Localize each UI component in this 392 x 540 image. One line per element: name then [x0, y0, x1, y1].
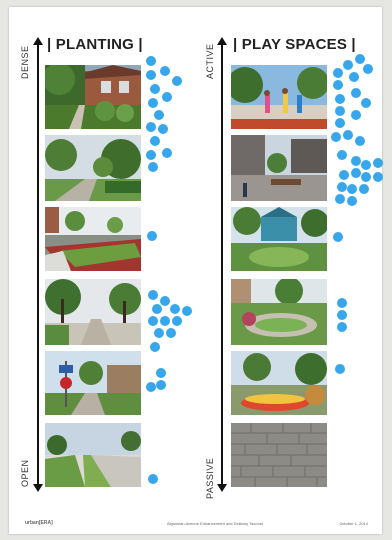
- axis-arrow-down-icon: [33, 484, 43, 492]
- rating-dot: [152, 304, 162, 314]
- footer-logo: urban[ERA]: [25, 520, 53, 526]
- rating-dot: [335, 364, 345, 374]
- planting-axis-top-label: DENSE: [20, 45, 30, 79]
- rating-dot: [148, 162, 158, 172]
- planting-photo-street-trees: [45, 135, 141, 201]
- rating-dot: [146, 150, 156, 160]
- footer-center-text: Algonkian Avenue Enhancement and Delicar…: [167, 521, 263, 526]
- rating-dot: [148, 290, 158, 300]
- rating-dot: [148, 474, 158, 484]
- rating-dot: [331, 132, 341, 142]
- play-photo-colorful-seating: [231, 351, 327, 415]
- planting-photo-open-road: [45, 423, 141, 487]
- planting-axis: [37, 44, 39, 484]
- rating-dot: [160, 296, 170, 306]
- rating-dot: [355, 136, 365, 146]
- rating-dot: [363, 64, 373, 74]
- rating-dot: [337, 298, 347, 308]
- rating-dot: [347, 196, 357, 206]
- rating-dot: [172, 76, 182, 86]
- rating-dot: [148, 98, 158, 108]
- rating-dot: [351, 110, 361, 120]
- rating-dot: [156, 368, 166, 378]
- planting-photo-signs-sidewalk: [45, 351, 141, 415]
- rating-dot: [339, 170, 349, 180]
- rating-dot: [146, 56, 156, 66]
- play-spaces-axis-top-label: ACTIVE: [205, 43, 215, 79]
- rating-dot: [347, 184, 357, 194]
- play-photo-garden-paths: [231, 279, 327, 345]
- rating-dot: [361, 160, 371, 170]
- rating-dot: [146, 70, 156, 80]
- rating-dot: [335, 94, 345, 104]
- rating-dot: [150, 342, 160, 352]
- rating-dot: [147, 231, 157, 241]
- planting-title: | PLANTING |: [47, 36, 143, 53]
- rating-dot: [355, 54, 365, 64]
- rating-dot: [156, 380, 166, 390]
- rating-dot: [373, 172, 383, 182]
- rating-dot: [335, 118, 345, 128]
- rating-dot: [182, 306, 192, 316]
- planting-axis-bottom-label: OPEN: [20, 459, 30, 487]
- play-photo-kids-running: [231, 65, 327, 129]
- rating-dot: [172, 316, 182, 326]
- document-page: | PLANTING | DENSE OPEN | PLAY SPACES | …: [9, 7, 383, 534]
- rating-dot: [162, 92, 172, 102]
- rating-dot: [150, 84, 160, 94]
- rating-dot: [170, 304, 180, 314]
- rating-dot: [373, 158, 383, 168]
- rating-dot: [162, 148, 172, 158]
- footer-date: October 1, 2014: [339, 521, 368, 526]
- rating-dot: [158, 124, 168, 134]
- rating-dot: [361, 172, 371, 182]
- rating-dot: [351, 168, 361, 178]
- rating-dot: [343, 60, 353, 70]
- rating-dot: [337, 182, 347, 192]
- rating-dot: [351, 156, 361, 166]
- planting-photo-tree-lined-sidewalk: [45, 279, 141, 345]
- play-spaces-axis: [221, 44, 223, 484]
- rating-dot: [361, 98, 371, 108]
- planting-photo-dense-shrubs: [45, 65, 141, 129]
- rating-dot: [154, 110, 164, 120]
- rating-dot: [333, 80, 343, 90]
- rating-dot: [160, 66, 170, 76]
- rating-dot: [335, 106, 345, 116]
- rating-dot: [150, 136, 160, 146]
- rating-dot: [333, 68, 343, 78]
- play-photo-playground: [231, 207, 327, 271]
- rating-dot: [349, 72, 359, 82]
- rating-dot: [337, 150, 347, 160]
- rating-dot: [335, 194, 345, 204]
- axis-arrow-down-icon: [217, 484, 227, 492]
- play-spaces-title: | PLAY SPACES |: [233, 36, 356, 53]
- rating-dot: [333, 232, 343, 242]
- play-photo-stone-wall: [231, 423, 327, 487]
- rating-dot: [343, 130, 353, 140]
- play-photo-urban-plaza: [231, 135, 327, 201]
- rating-dot: [351, 88, 361, 98]
- rating-dot: [148, 316, 158, 326]
- rating-dot: [337, 310, 347, 320]
- rating-dot: [166, 328, 176, 338]
- rating-dot: [146, 382, 156, 392]
- rating-dot: [154, 328, 164, 338]
- rating-dot: [160, 316, 170, 326]
- play-spaces-axis-bottom-label: PASSIVE: [205, 457, 215, 499]
- planting-photo-median-planting: [45, 207, 141, 271]
- rating-dot: [146, 122, 156, 132]
- rating-dot: [359, 184, 369, 194]
- rating-dot: [337, 322, 347, 332]
